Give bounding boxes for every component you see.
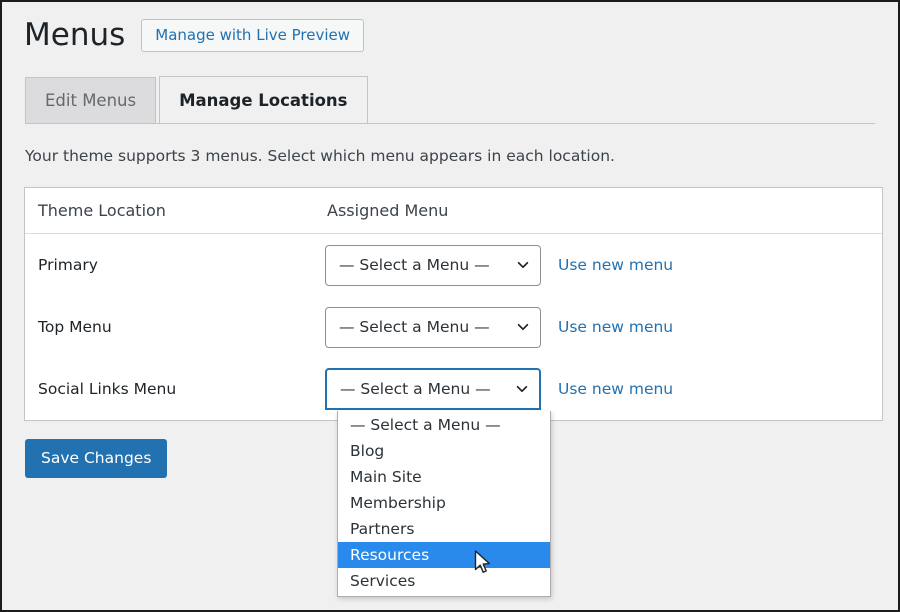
theme-location-label: Social Links Menu [38, 380, 177, 398]
assigned-menu-select[interactable]: — Select a Menu — [325, 306, 541, 348]
theme-location-label: Primary [38, 256, 98, 274]
table-row: Top Menu — Select a Menu — Use new menu [25, 296, 882, 358]
theme-locations-table: Theme Location Assigned Menu Primary — S… [24, 187, 883, 421]
dropdown-option[interactable]: Services [338, 568, 550, 594]
save-changes-button[interactable]: Save Changes [25, 439, 168, 478]
assigned-menu-cell: — Select a Menu — Use new menu [325, 244, 882, 286]
assigned-menu-select-value: — Select a Menu — [339, 318, 490, 336]
assigned-menu-cell: — Select a Menu — Use new menu [325, 306, 882, 348]
table-row: Primary — Select a Menu — Use new menu [25, 234, 882, 296]
assigned-menu-select[interactable]: — Select a Menu — [325, 244, 541, 286]
tab-manage-locations[interactable]: Manage Locations [159, 76, 368, 124]
use-new-menu-link[interactable]: Use new menu [558, 256, 673, 274]
theme-location-label: Top Menu [38, 318, 112, 336]
assigned-menu-select-value: — Select a Menu — [340, 380, 491, 398]
dropdown-option[interactable]: Blog [338, 438, 550, 464]
wp-admin-menus-page: Menus Manage with Live Preview Edit Menu… [2, 2, 898, 610]
assigned-menu-select-value: — Select a Menu — [339, 256, 490, 274]
tab-edit-menus[interactable]: Edit Menus [25, 77, 157, 124]
page-title: Menus [24, 17, 126, 53]
use-new-menu-link[interactable]: Use new menu [558, 380, 673, 398]
page-description: Your theme supports 3 menus. Select whic… [25, 147, 615, 165]
chevron-down-icon [516, 258, 530, 272]
column-header-assigned-menu: Assigned Menu [327, 201, 449, 220]
manage-with-live-preview-button[interactable]: Manage with Live Preview [141, 18, 364, 52]
dropdown-option-selected[interactable]: Resources [338, 542, 550, 568]
dropdown-option[interactable]: Partners [338, 516, 550, 542]
chevron-down-icon [516, 320, 530, 334]
dropdown-option[interactable]: Membership [338, 490, 550, 516]
dropdown-option[interactable]: Main Site [338, 464, 550, 490]
tab-underline [25, 123, 875, 124]
dropdown-option[interactable]: — Select a Menu — [338, 412, 550, 438]
chevron-down-icon [515, 382, 529, 396]
tab-bar: Edit Menus Manage Locations [25, 76, 368, 124]
assigned-menu-select-focused[interactable]: — Select a Menu — [325, 368, 541, 410]
browser-screenshot: Menus Manage with Live Preview Edit Menu… [0, 0, 900, 612]
column-header-theme-location: Theme Location [38, 201, 166, 220]
assigned-menu-dropdown-list[interactable]: — Select a Menu — Blog Main Site Members… [337, 411, 551, 597]
page-header: Menus Manage with Live Preview [24, 16, 364, 54]
assigned-menu-cell: — Select a Menu — Use new menu [325, 368, 882, 410]
table-header-row: Theme Location Assigned Menu [25, 188, 882, 234]
use-new-menu-link[interactable]: Use new menu [558, 318, 673, 336]
